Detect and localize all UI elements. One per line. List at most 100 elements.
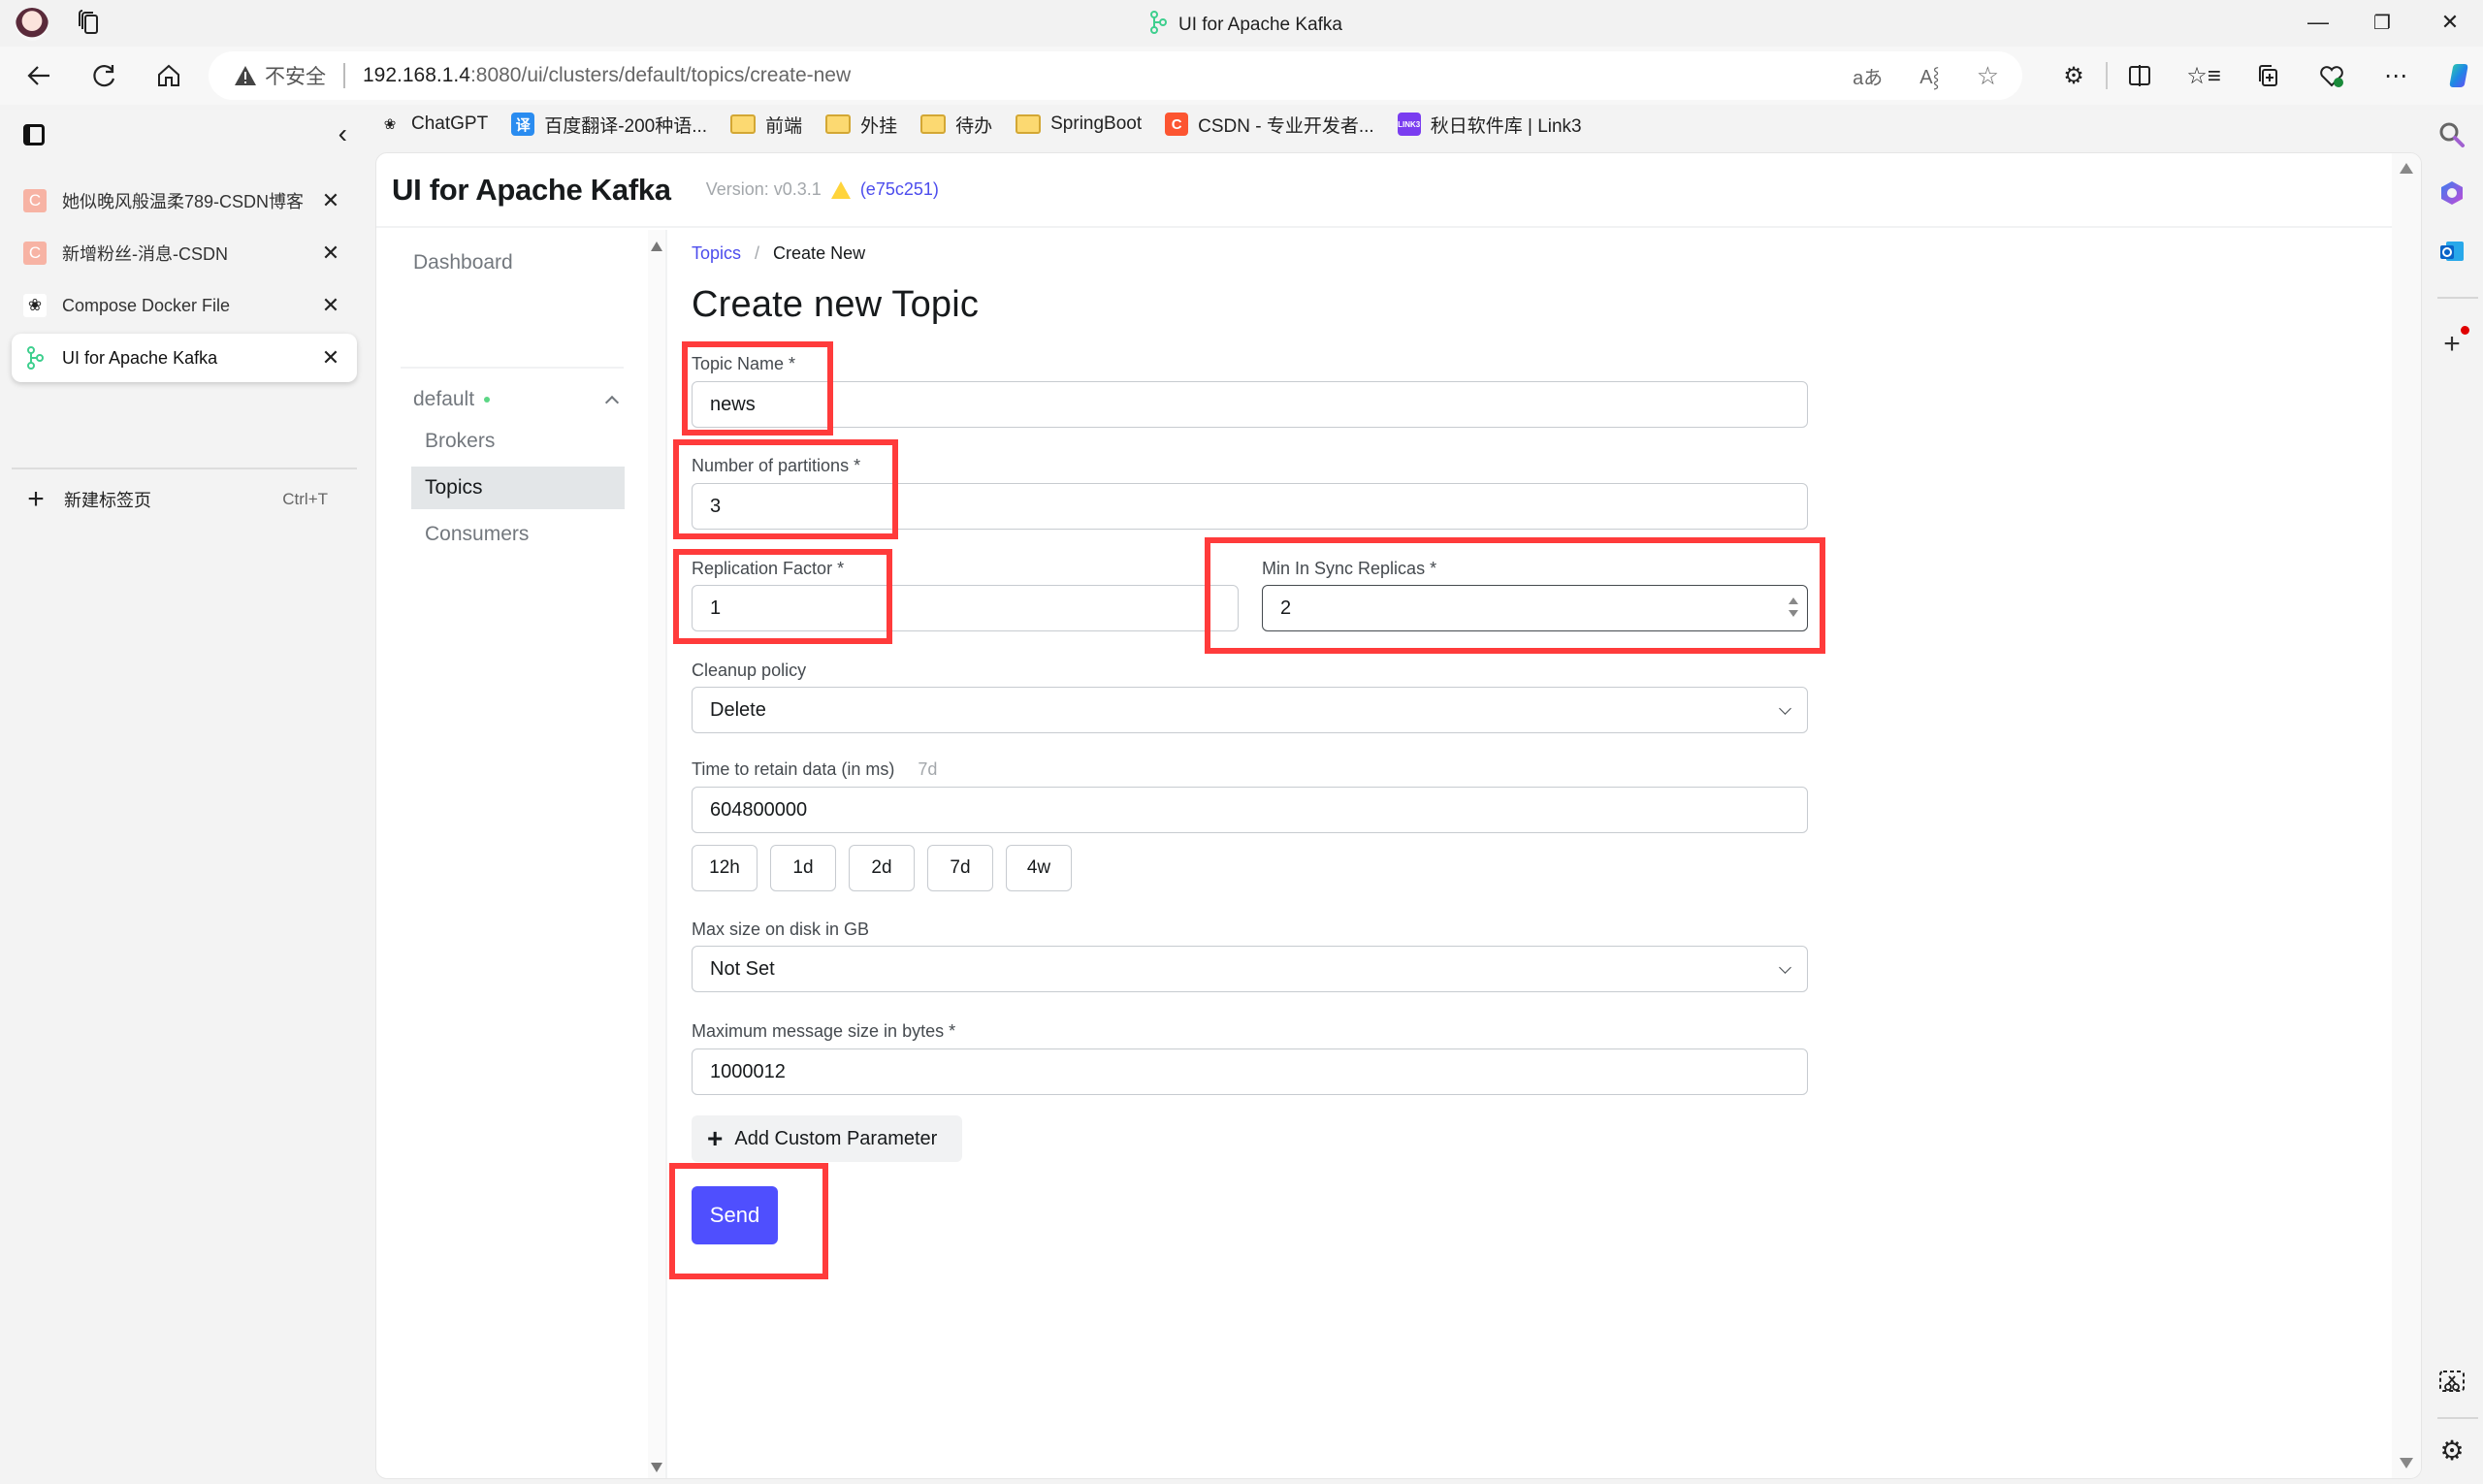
bookmark-label: CSDN - 专业开发者... — [1198, 115, 1374, 137]
number-spinner[interactable] — [1788, 596, 1799, 621]
retention-preset-7d[interactable]: 7d — [927, 845, 993, 891]
sidebar-divider — [401, 367, 624, 369]
restore-button[interactable]: ❐ — [2363, 6, 2402, 39]
chevron-up-icon[interactable] — [604, 395, 620, 410]
new-tab-button[interactable]: + 新建标签页 Ctrl+T — [12, 475, 357, 524]
tab-layout-icon[interactable] — [23, 124, 45, 145]
close-tab-icon[interactable]: ✕ — [316, 293, 345, 318]
topic-name-input[interactable]: news — [692, 381, 1808, 428]
retention-input[interactable]: 604800000 — [692, 787, 1808, 833]
profile-avatar[interactable] — [16, 8, 48, 41]
sidebar-scrollbar[interactable] — [648, 230, 665, 1478]
tab-item[interactable]: C 新增粉丝-消息-CSDN ✕ — [12, 229, 357, 277]
bookmark-csdn[interactable]: C CSDN - 专业开发者... — [1165, 112, 1374, 138]
bookmark-folder-frontend[interactable]: 前端 — [730, 112, 802, 138]
max-message-size-input[interactable]: 1000012 — [692, 1048, 1808, 1095]
bookmark-link3[interactable]: LINK3 秋日软件库 | Link3 — [1397, 112, 1582, 138]
tab-item[interactable]: ❀ Compose Docker File ✕ — [12, 281, 357, 330]
version-text: Version: v0.3.1 — [705, 179, 822, 199]
sidebar-cluster-default[interactable]: default — [413, 380, 627, 419]
breadcrumb-current: Create New — [773, 243, 866, 263]
browser-essentials-icon[interactable] — [2300, 47, 2364, 105]
spin-up-icon[interactable] — [1789, 597, 1798, 604]
bookmark-folder-plugins[interactable]: 外挂 — [825, 112, 897, 138]
search-icon[interactable] — [2435, 118, 2468, 151]
retention-preset-12h[interactable]: 12h — [692, 845, 758, 891]
split-screen-icon[interactable] — [2108, 47, 2172, 105]
partitions-value: 3 — [710, 495, 722, 517]
collections-icon[interactable] — [2236, 47, 2300, 105]
page-title: Create new Topic — [692, 284, 980, 325]
app-header: UI for Apache Kafka Version: v0.3.1 (e75… — [376, 153, 2394, 228]
back-button[interactable] — [19, 56, 58, 95]
retention-preset-1d[interactable]: 1d — [770, 845, 836, 891]
min-insync-replicas-input[interactable]: 2 — [1262, 585, 1808, 631]
close-tab-icon[interactable]: ✕ — [316, 241, 345, 266]
spin-down-icon[interactable] — [1789, 610, 1798, 617]
warning-icon — [235, 66, 256, 85]
send-button[interactable]: Send — [692, 1186, 778, 1244]
app-version: Version: v0.3.1 (e75c251) — [706, 179, 939, 200]
copilot-icon[interactable] — [2428, 47, 2483, 105]
favorites-icon[interactable]: ☆≡ — [2172, 47, 2236, 105]
retention-preset-4w[interactable]: 4w — [1006, 845, 1072, 891]
collapse-panel-icon[interactable]: ‹ — [339, 118, 347, 149]
edge-sidebar: + ⚙ — [2422, 105, 2483, 1484]
add-custom-parameter-button[interactable]: + Add Custom Parameter — [692, 1115, 962, 1162]
settings-icon[interactable]: ⚙ — [2435, 1434, 2468, 1467]
folder-icon — [825, 114, 852, 134]
bookmark-folder-springboot[interactable]: SpringBoot — [1016, 113, 1142, 135]
breadcrumb-topics-link[interactable]: Topics — [692, 243, 741, 264]
bookmark-folder-todo[interactable]: 待办 — [920, 112, 992, 138]
csdn-icon: C — [23, 189, 47, 212]
retention-preset-2d[interactable]: 2d — [849, 845, 915, 891]
title-bar: UI for Apache Kafka — ❐ ✕ — [0, 0, 2483, 47]
home-icon — [158, 64, 179, 86]
web-page: UI for Apache Kafka Version: v0.3.1 (e75… — [375, 152, 2422, 1479]
sidebar-item-consumers[interactable]: Consumers — [411, 513, 625, 556]
commit-link[interactable]: (e75c251) — [860, 179, 939, 200]
tab-item-active[interactable]: UI for Apache Kafka ✕ — [12, 334, 357, 382]
sidebar-item-dashboard[interactable]: Dashboard — [413, 251, 513, 274]
sidebar-item-brokers[interactable]: Brokers — [411, 420, 625, 463]
screenshot-icon[interactable] — [2435, 1366, 2468, 1399]
sidebar-item-topics[interactable]: Topics — [411, 467, 625, 509]
cleanup-policy-select[interactable]: Delete — [692, 687, 1808, 733]
app-title[interactable]: UI for Apache Kafka — [392, 173, 671, 208]
bookmark-chatgpt[interactable]: ❀ ChatGPT — [378, 113, 489, 136]
close-window-button[interactable]: ✕ — [2431, 6, 2469, 39]
replication-factor-input[interactable]: 1 — [692, 585, 1239, 631]
scroll-down-arrow-icon[interactable] — [651, 1463, 662, 1472]
retention-hint: 7d — [918, 759, 938, 779]
home-button[interactable] — [149, 56, 188, 95]
read-aloud-icon[interactable]: A⸾ — [1919, 63, 1940, 89]
tab-actions-icon[interactable] — [76, 10, 105, 37]
bookmark-baidu-translate[interactable]: 译 百度翻译-200种语... — [511, 112, 707, 138]
page-scrollbar[interactable] — [2392, 153, 2421, 1478]
address-bar[interactable]: 不安全 192.168.1.4:8080/ui/clusters/default… — [209, 51, 2022, 100]
translate-icon[interactable]: aあ — [1853, 62, 1883, 90]
scroll-up-arrow-icon[interactable] — [651, 242, 662, 251]
csdn-icon: C — [23, 242, 47, 265]
breadcrumb: Topics / Create New — [692, 243, 865, 264]
plus-icon: + — [707, 1123, 724, 1153]
close-tab-icon[interactable]: ✕ — [316, 188, 345, 213]
tab-item[interactable]: C 她似晚风般温柔789-CSDN博客 ✕ — [12, 177, 357, 225]
close-tab-icon[interactable]: ✕ — [316, 345, 345, 371]
refresh-button[interactable] — [85, 56, 124, 95]
scroll-down-arrow-icon[interactable] — [2400, 1458, 2413, 1468]
warning-icon — [830, 180, 851, 199]
extensions-icon[interactable]: ⚙ — [2042, 47, 2106, 105]
new-tab-label: 新建标签页 — [64, 491, 151, 510]
bookmark-label: 秋日软件库 | Link3 — [1430, 115, 1582, 137]
favorite-star-icon[interactable]: ☆ — [1977, 61, 1999, 91]
scroll-up-arrow-icon[interactable] — [2400, 163, 2413, 174]
more-icon[interactable]: ⋯ — [2364, 47, 2428, 105]
max-size-select[interactable]: Not Set — [692, 946, 1808, 992]
outlook-icon[interactable] — [2435, 235, 2468, 268]
bookmarks-bar: ❀ ChatGPT 译 百度翻译-200种语... 前端 外挂 待办 Sprin… — [378, 105, 1582, 144]
partitions-input[interactable]: 3 — [692, 483, 1808, 530]
microsoft365-icon[interactable] — [2435, 177, 2468, 210]
minimize-button[interactable]: — — [2299, 6, 2338, 39]
security-indicator[interactable]: 不安全 — [234, 61, 326, 90]
